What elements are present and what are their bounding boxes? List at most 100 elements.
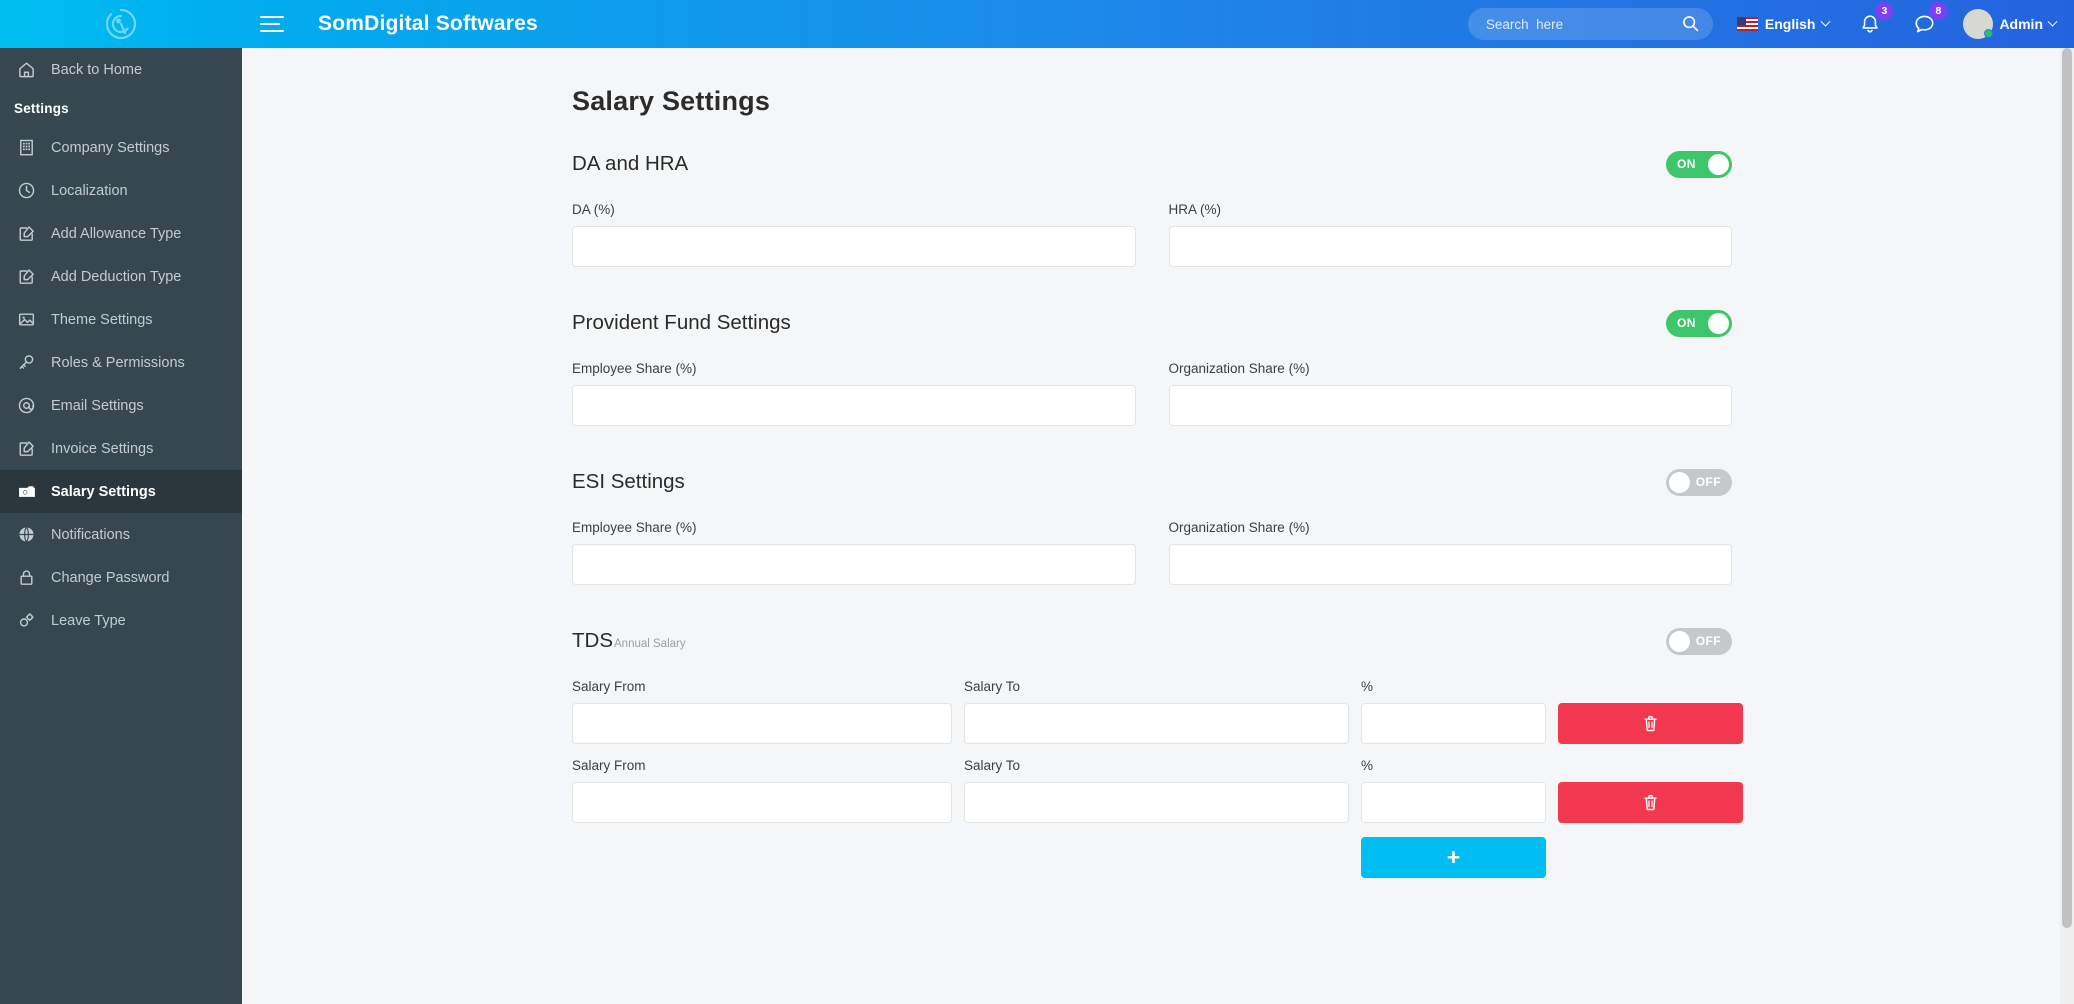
esi-toggle[interactable]: OFF <box>1666 469 1732 496</box>
avatar <box>1963 9 1993 39</box>
hra-input[interactable] <box>1169 226 1733 267</box>
field-row: DA (%) HRA (%) <box>572 202 1732 267</box>
sidebar-item-email-settings[interactable]: Email Settings <box>0 384 242 427</box>
tds-salary-to-input[interactable] <box>964 703 1349 744</box>
search-icon[interactable] <box>1682 15 1699 32</box>
top-header-bar: SomDigital Softwares English <box>0 0 2074 48</box>
section-header: Provident Fund Settings ON <box>572 303 1732 343</box>
pf-employee-share-input[interactable] <box>572 385 1136 426</box>
messages-button[interactable]: 8 <box>1909 9 1939 39</box>
sidebar-item-theme-settings[interactable]: Theme Settings <box>0 298 242 341</box>
sidebar-item-salary-settings[interactable]: Salary Settings <box>0 470 242 513</box>
search-box[interactable] <box>1468 8 1713 40</box>
hamburger-menu-icon[interactable] <box>260 11 294 37</box>
sidebar-item-label: Back to Home <box>51 62 142 78</box>
provident-fund-toggle[interactable]: ON <box>1666 310 1732 337</box>
at-sign-icon <box>16 395 37 416</box>
sidebar-item-localization[interactable]: Localization <box>0 169 242 212</box>
language-label: English <box>1765 16 1816 32</box>
pf-organization-share-group: Organization Share (%) <box>1169 361 1733 426</box>
chevron-down-icon <box>1821 16 1831 26</box>
sidebar-item-invoice-settings[interactable]: Invoice Settings <box>0 427 242 470</box>
search-input[interactable] <box>1468 9 1713 39</box>
sidebar-item-label: Add Allowance Type <box>51 226 181 242</box>
toggle-label: OFF <box>1696 475 1721 489</box>
toggle-knob <box>1669 631 1690 652</box>
tds-salary-to-group: Salary To <box>964 758 1349 823</box>
tds-salary-from-input[interactable] <box>572 703 952 744</box>
da-field-group: DA (%) <box>572 202 1136 267</box>
app-logo[interactable] <box>0 0 242 48</box>
swirl-logo-icon <box>104 7 138 41</box>
hamburger-line <box>260 30 284 32</box>
section-header: ESI Settings OFF <box>572 462 1732 502</box>
tds-delete-row-button[interactable] <box>1558 782 1743 823</box>
sidebar-item-label: Change Password <box>51 570 170 586</box>
pf-organization-share-input[interactable] <box>1169 385 1733 426</box>
notifications-button[interactable]: 3 <box>1855 9 1885 39</box>
tds-row: Salary From Salary To % <box>572 679 1732 744</box>
sidebar-item-label: Company Settings <box>51 140 169 156</box>
da-hra-toggle[interactable]: ON <box>1666 151 1732 178</box>
chevron-down-icon <box>2048 16 2058 26</box>
scrollbar-thumb[interactable] <box>2062 48 2072 928</box>
tds-percent-label: % <box>1361 679 1546 694</box>
sidebar-item-leave-type[interactable]: Leave Type <box>0 599 242 642</box>
edit-square-icon <box>16 223 37 244</box>
tds-subtitle-text: Annual Salary <box>614 638 686 650</box>
toggle-label: ON <box>1677 316 1696 330</box>
sidebar-item-roles-permissions[interactable]: Roles & Permissions <box>0 341 242 384</box>
sidebar-navigation: Back to Home Settings Company Settings L… <box>0 48 242 1004</box>
pf-organization-share-label: Organization Share (%) <box>1169 361 1733 376</box>
toggle-label: ON <box>1677 157 1696 171</box>
language-selector[interactable]: English <box>1737 16 1830 32</box>
key-icon <box>16 352 37 373</box>
notifications-badge: 3 <box>1875 2 1893 20</box>
tds-row-action <box>1558 782 1743 823</box>
us-flag-icon <box>1737 17 1758 31</box>
sidebar-item-label: Leave Type <box>51 613 126 629</box>
tds-percent-group: % <box>1361 679 1546 744</box>
tds-delete-row-button[interactable] <box>1558 703 1743 744</box>
sidebar-item-company-settings[interactable]: Company Settings <box>0 126 242 169</box>
toggle-knob <box>1669 472 1690 493</box>
edit-square-icon <box>16 266 37 287</box>
tds-salary-to-input[interactable] <box>964 782 1349 823</box>
toggle-label: OFF <box>1696 634 1721 648</box>
section-header: TDSAnnual Salary OFF <box>572 621 1732 661</box>
section-title: Provident Fund Settings <box>572 311 791 335</box>
tds-row: Salary From Salary To % <box>572 758 1732 823</box>
vertical-scrollbar[interactable] <box>2060 48 2074 1004</box>
tds-salary-to-group: Salary To <box>964 679 1349 744</box>
sidebar-item-add-allowance-type[interactable]: Add Allowance Type <box>0 212 242 255</box>
sidebar-item-label: Email Settings <box>51 398 144 414</box>
field-row: Employee Share (%) Organization Share (%… <box>572 361 1732 426</box>
sidebar-group-heading: Settings <box>0 91 242 126</box>
sidebar-item-notifications[interactable]: Notifications <box>0 513 242 556</box>
tds-add-row-button[interactable]: + <box>1361 837 1546 878</box>
sidebar-item-change-password[interactable]: Change Password <box>0 556 242 599</box>
tds-title-text: TDS <box>572 629 613 653</box>
toggle-knob <box>1708 154 1729 175</box>
sidebar-item-back-to-home[interactable]: Back to Home <box>0 48 242 91</box>
hra-field-label: HRA (%) <box>1169 202 1733 217</box>
tds-percent-input[interactable] <box>1361 782 1546 823</box>
globe-icon <box>16 524 37 545</box>
building-icon <box>16 137 37 158</box>
tds-salary-from-input[interactable] <box>572 782 952 823</box>
da-input[interactable] <box>572 226 1136 267</box>
sidebar-item-add-deduction-type[interactable]: Add Deduction Type <box>0 255 242 298</box>
section-header: DA and HRA ON <box>572 144 1732 184</box>
user-menu[interactable]: Admin <box>1963 9 2056 39</box>
esi-employee-share-input[interactable] <box>572 544 1136 585</box>
sidebar-item-label: Roles & Permissions <box>51 355 185 371</box>
messages-badge: 8 <box>1929 2 1947 20</box>
main-content-area: Salary Settings DA and HRA ON DA (%) HRA… <box>242 48 2060 1004</box>
tds-percent-input[interactable] <box>1361 703 1546 744</box>
tds-salary-from-label: Salary From <box>572 758 952 773</box>
user-name-label: Admin <box>1999 16 2043 32</box>
esi-organization-share-input[interactable] <box>1169 544 1733 585</box>
tds-salary-from-label: Salary From <box>572 679 952 694</box>
tds-toggle[interactable]: OFF <box>1666 628 1732 655</box>
section-title: DA and HRA <box>572 152 688 176</box>
